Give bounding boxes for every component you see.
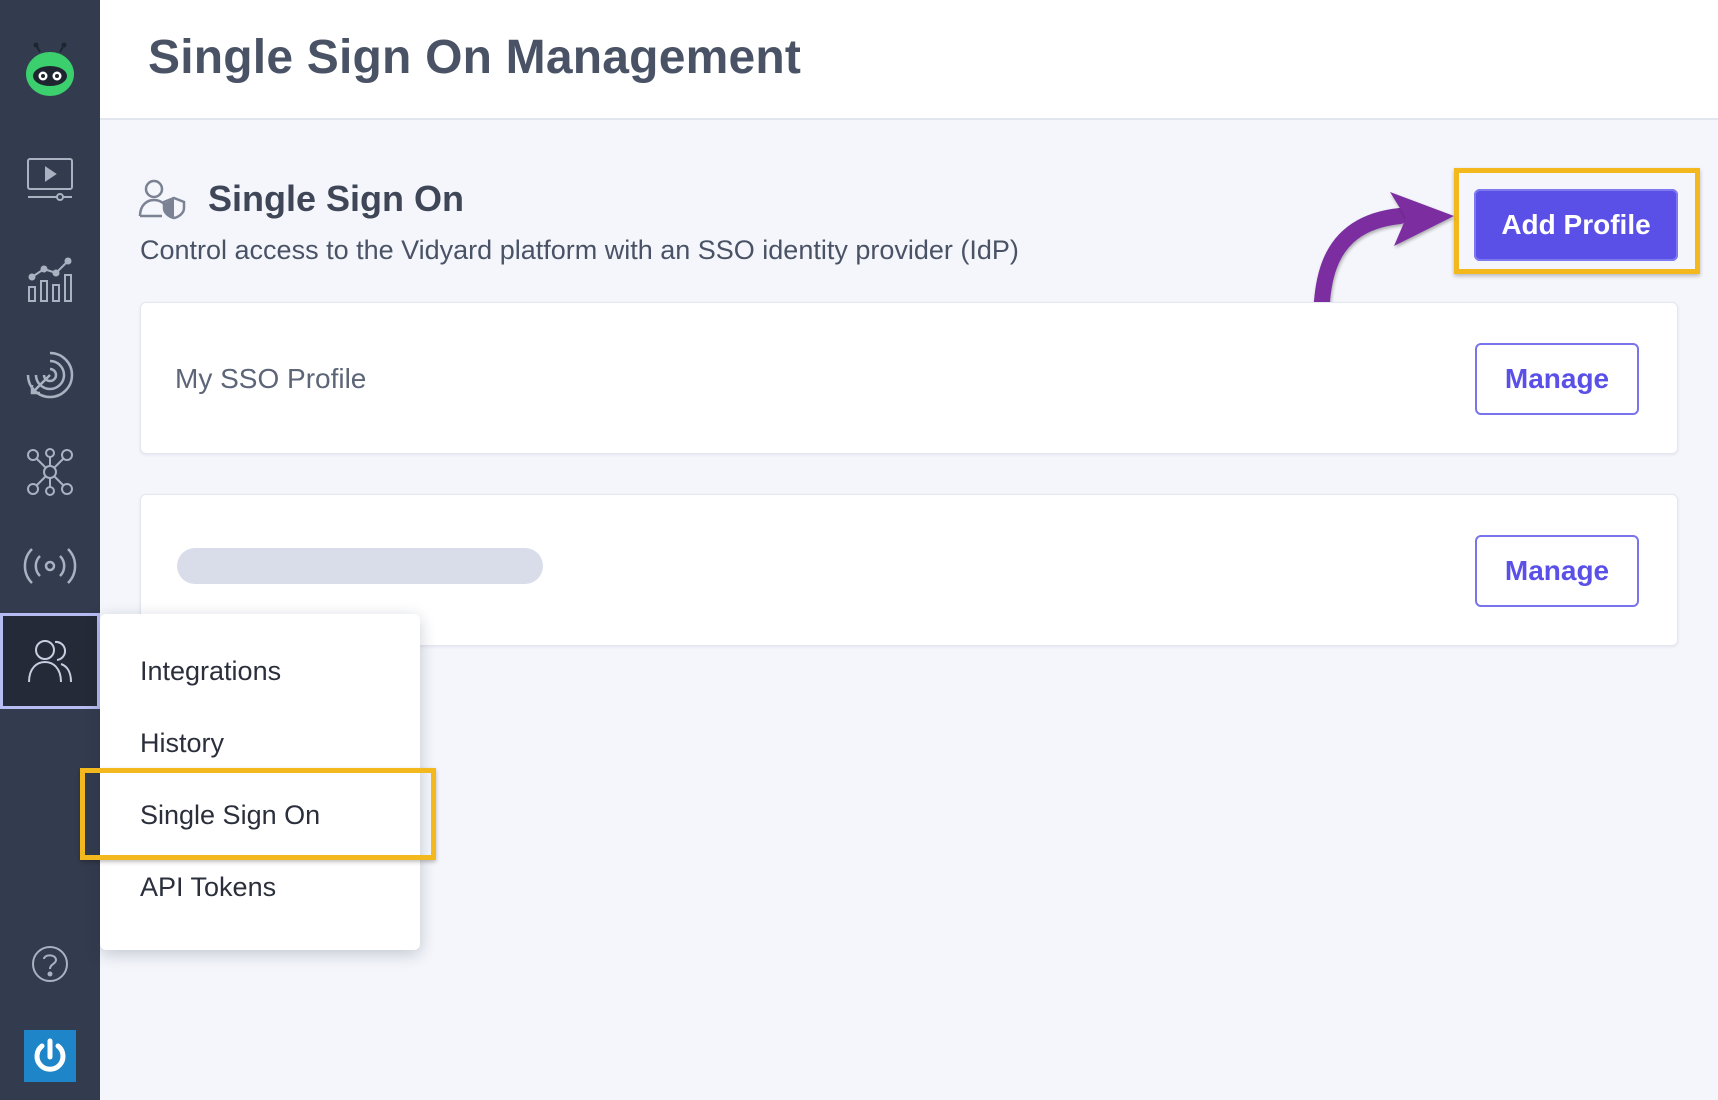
section-description: Control access to the Vidyard platform w… bbox=[140, 235, 1019, 265]
video-library-icon[interactable] bbox=[0, 140, 100, 220]
target-icon[interactable] bbox=[0, 335, 100, 415]
section-title: Single Sign On bbox=[208, 178, 465, 219]
menu-item-history[interactable]: History bbox=[140, 728, 224, 759]
profile-name: My SSO Profile bbox=[175, 363, 367, 394]
redacted-profile-name bbox=[177, 548, 543, 584]
manage-button[interactable]: Manage bbox=[1475, 535, 1639, 607]
profile-card: My SSO Profile Manage bbox=[140, 302, 1678, 454]
hub-network-icon[interactable] bbox=[0, 432, 100, 512]
analytics-icon[interactable] bbox=[0, 240, 100, 320]
help-icon[interactable] bbox=[0, 924, 100, 1004]
vidyard-logo-icon[interactable] bbox=[0, 30, 100, 110]
power-icon[interactable] bbox=[0, 1016, 100, 1096]
team-icon[interactable] bbox=[0, 613, 100, 709]
broadcast-icon[interactable] bbox=[0, 526, 100, 606]
page-title: Single Sign On Management bbox=[148, 31, 802, 84]
page-header: Single Sign On Management bbox=[100, 0, 1718, 120]
menu-item-api-tokens[interactable]: API Tokens bbox=[140, 872, 276, 903]
menu-item-integrations[interactable]: Integrations bbox=[140, 656, 281, 687]
user-shield-icon bbox=[138, 178, 186, 225]
add-profile-button[interactable]: Add Profile bbox=[1474, 189, 1678, 261]
menu-highlight-box bbox=[80, 768, 436, 860]
manage-button[interactable]: Manage bbox=[1475, 343, 1639, 415]
sidebar bbox=[0, 0, 100, 1100]
